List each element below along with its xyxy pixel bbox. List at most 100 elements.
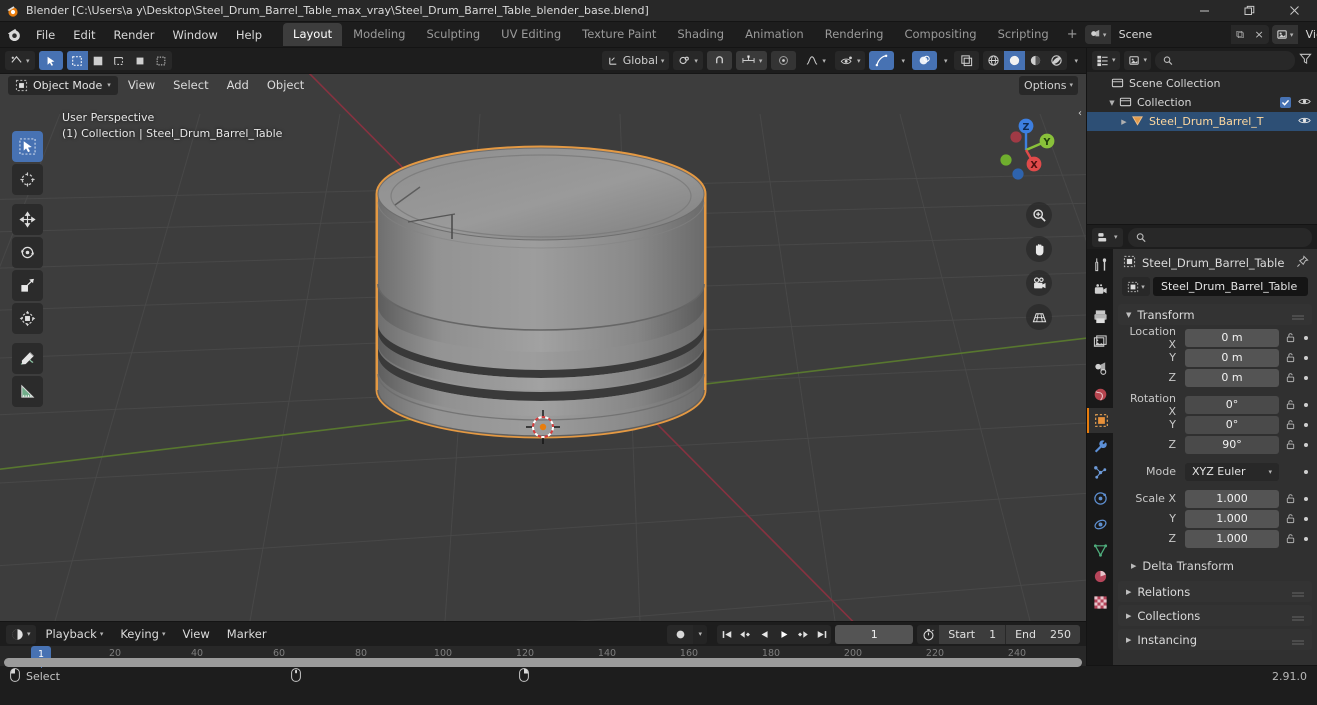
scene-selector[interactable]: ▾ Scene ⧉ × [1084,25,1269,44]
viewport-canvas[interactable] [0,74,1086,621]
scale-tool[interactable] [12,270,43,301]
properties-tab-object-data[interactable] [1087,538,1113,563]
animate-property-button[interactable] [1301,375,1311,380]
new-scene-button[interactable]: ⧉ [1231,25,1250,44]
auto-keying-dropdown[interactable]: ▾ [693,624,708,644]
properties-tab-physics[interactable] [1087,486,1113,511]
outliner-row-scene-collection[interactable]: Scene Collection [1087,74,1317,93]
object-name-input[interactable]: Steel_Drum_Barrel_Table [1153,277,1308,296]
xray-toggle-button[interactable] [954,51,980,70]
show-gizmo-button[interactable] [869,51,895,70]
tab-sculpting[interactable]: Sculpting [416,23,490,46]
current-frame-field[interactable]: 1 [835,624,914,644]
blender-menu-icon[interactable] [6,25,23,45]
rotation-mode-select[interactable]: XYZ Euler ▾ [1185,462,1279,481]
jump-to-end-button[interactable] [812,625,831,644]
tab-compositing[interactable]: Compositing [894,23,986,46]
animate-property-button[interactable] [1301,536,1311,541]
properties-tab-output[interactable] [1087,304,1113,329]
unlink-scene-button[interactable]: × [1250,25,1269,44]
viewport-options-button[interactable]: Options ▾ [1019,75,1078,95]
tab-uv-editing[interactable]: UV Editing [491,23,571,46]
view-layer-name[interactable]: View Layer [1297,25,1317,44]
lock-icon[interactable] [1283,439,1297,450]
play-reverse-button[interactable] [755,625,774,644]
visibility-eye-icon[interactable] [1298,115,1311,129]
menu-help[interactable]: Help [227,25,271,45]
properties-tab-render[interactable] [1087,278,1113,303]
tab-layout[interactable]: Layout [283,23,343,46]
animate-property-button[interactable] [1301,402,1311,407]
collections-panel-header[interactable]: ▶ Collections [1118,605,1312,626]
lock-icon[interactable] [1283,372,1297,383]
animate-property-button[interactable] [1301,442,1311,447]
select-all-icon[interactable] [151,51,172,70]
visibility-eye-icon[interactable] [1298,96,1311,110]
properties-tab-material[interactable] [1087,564,1113,589]
transform-panel-header[interactable]: ▼ Transform [1118,304,1312,325]
location-z-input[interactable]: 0 m [1185,368,1279,387]
timeline-menu-playback[interactable]: Playback ▾ [39,624,111,644]
menu-window[interactable]: Window [163,25,226,45]
proportional-edit-button[interactable] [771,51,797,70]
lock-icon[interactable] [1283,399,1297,410]
collection-checkbox[interactable] [1280,97,1291,108]
properties-tab-scene[interactable] [1087,356,1113,381]
outliner-search-field[interactable] [1177,53,1287,67]
add-workspace-button[interactable]: + [1060,24,1085,45]
lock-icon[interactable] [1283,533,1297,544]
animate-property-button[interactable] [1301,469,1311,474]
navigation-gizmo[interactable]: Z Y X [988,112,1064,188]
properties-tab-modifiers[interactable] [1087,434,1113,459]
properties-tab-tool[interactable] [1087,252,1113,277]
end-frame-field[interactable]: End 250 [1006,624,1080,644]
move-tool[interactable] [12,204,43,235]
animate-property-button[interactable] [1301,516,1311,521]
pan-hand-icon[interactable] [1026,236,1052,262]
animate-property-button[interactable] [1301,496,1311,501]
rotation-z-input[interactable]: 90° [1185,435,1279,454]
outliner-search-input[interactable] [1155,50,1295,70]
tweak-select-tool[interactable] [12,131,43,162]
properties-tab-view-layer[interactable] [1087,330,1113,355]
minimize-button[interactable] [1182,0,1227,22]
animate-property-button[interactable] [1301,335,1311,340]
tab-rendering[interactable]: Rendering [815,23,894,46]
outliner-row-steel-drum-barrel[interactable]: ▶ Steel_Drum_Barrel_T [1087,112,1317,131]
perspective-grid-icon[interactable] [1026,304,1052,330]
animate-property-button[interactable] [1301,422,1311,427]
shading-wireframe-icon[interactable] [983,51,1004,70]
maximize-restore-button[interactable] [1227,0,1272,22]
properties-tab-object[interactable] [1087,408,1113,433]
instancing-panel-header[interactable]: ▶ Instancing [1118,629,1312,650]
sidebar-collapse-arrow[interactable]: ‹ [1078,108,1082,119]
tweak-mode-button[interactable] [38,51,63,70]
annotate-tool[interactable] [12,343,43,374]
camera-icon[interactable] [1026,270,1052,296]
timeline-menu-marker[interactable]: Marker [220,624,274,644]
outliner-row-collection[interactable]: ▼ Collection [1087,93,1317,112]
properties-editor-type-button[interactable]: ▾ [1092,227,1123,247]
rotation-x-input[interactable]: 0° [1185,395,1279,414]
falloff-curve-button[interactable]: ▾ [800,51,831,70]
scale-y-input[interactable]: 1.000 [1185,509,1279,528]
menu-render[interactable]: Render [105,25,164,45]
shading-solid-icon[interactable] [1004,51,1026,70]
properties-tab-texture[interactable] [1087,590,1113,615]
location-x-input[interactable]: 0 m [1185,328,1279,347]
expand-triangle[interactable]: ▶ [1117,118,1131,126]
timeline-menu-keying[interactable]: Keying ▾ [113,624,172,644]
outliner-editor-type-button[interactable]: ▾ [1092,50,1120,70]
auto-keying-button[interactable] [667,624,694,644]
select-circle-icon[interactable] [130,51,151,70]
viewport-menu-object[interactable]: Object [259,75,312,95]
properties-tab-world[interactable] [1087,382,1113,407]
outliner-tree[interactable]: Scene Collection ▼ Collection ▶ Steel_Dr… [1087,72,1317,224]
location-y-input[interactable]: 0 m [1185,348,1279,367]
viewport-menu-add[interactable]: Add [219,75,257,95]
scale-z-input[interactable]: 1.000 [1185,529,1279,548]
tab-texture-paint[interactable]: Texture Paint [572,23,666,46]
snap-to-button[interactable]: ▾ [735,51,768,70]
lock-icon[interactable] [1283,513,1297,524]
properties-tab-particles[interactable] [1087,460,1113,485]
